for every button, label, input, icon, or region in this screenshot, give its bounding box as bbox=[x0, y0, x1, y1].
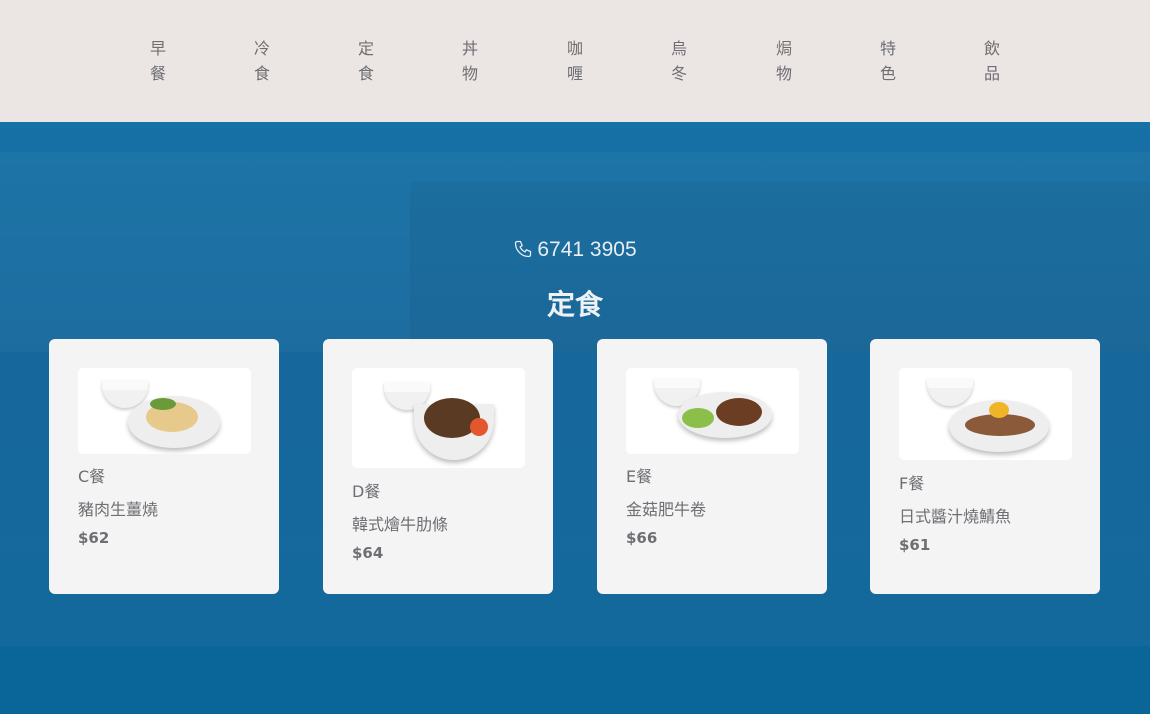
card-label: F餐 bbox=[899, 474, 925, 493]
nav-label: 冷 bbox=[253, 39, 270, 58]
menu-card[interactable]: D餐 韓式燴牛肋條 $64 bbox=[323, 339, 553, 594]
nav-label: 焗 bbox=[775, 39, 792, 58]
nav-label: 喱 bbox=[566, 64, 583, 83]
menu-card[interactable]: F餐 日式醬汁燒鯖魚 $61 bbox=[870, 339, 1100, 594]
card-label: E餐 bbox=[626, 467, 653, 486]
nav-label: 烏 bbox=[670, 39, 687, 58]
nav-donburi[interactable]: 丼物 bbox=[455, 36, 485, 86]
card-dish-name: 豬肉生薑燒 bbox=[78, 500, 159, 519]
top-nav: 早餐 冷食 定食 丼物 咖喱 烏冬 焗物 特色 飲品 bbox=[0, 0, 1150, 122]
nav-label: 冬 bbox=[670, 64, 687, 83]
nav-label: 食 bbox=[253, 64, 270, 83]
card-dish-name: 韓式燴牛肋條 bbox=[352, 515, 449, 534]
background-texture bbox=[410, 182, 1150, 352]
card-dish-name: 日式醬汁燒鯖魚 bbox=[899, 507, 1012, 526]
nav-label: 咖 bbox=[566, 39, 583, 58]
card-price: $62 bbox=[78, 529, 110, 547]
dish-image bbox=[352, 368, 525, 468]
nav-label: 定 bbox=[357, 39, 374, 58]
menu-card[interactable]: C餐 豬肉生薑燒 $62 bbox=[49, 339, 279, 594]
dish-image bbox=[899, 368, 1072, 460]
footer bbox=[0, 646, 1150, 714]
nav-label: 飲 bbox=[983, 39, 1000, 58]
nav-set-meal[interactable]: 定食 bbox=[351, 36, 381, 86]
nav-udon[interactable]: 烏冬 bbox=[664, 36, 694, 86]
nav-label: 物 bbox=[461, 64, 478, 83]
card-price: $64 bbox=[352, 544, 384, 562]
nav-label: 特 bbox=[879, 39, 896, 58]
section-title: 定食 bbox=[546, 288, 603, 321]
nav-label: 早 bbox=[149, 39, 166, 58]
nav-label: 餐 bbox=[149, 64, 166, 83]
nav-label: 丼 bbox=[461, 39, 478, 58]
menu-card[interactable]: E餐 金菇肥牛卷 $66 bbox=[597, 339, 827, 594]
nav-breakfast[interactable]: 早餐 bbox=[143, 36, 173, 86]
dish-image bbox=[626, 368, 799, 454]
nav-label: 色 bbox=[879, 64, 896, 83]
card-label: D餐 bbox=[352, 482, 381, 501]
nav-label: 品 bbox=[983, 64, 1000, 83]
phone-number: 6741 3905 bbox=[0, 238, 1150, 262]
dish-image bbox=[78, 368, 251, 454]
nav-drinks[interactable]: 飲品 bbox=[977, 36, 1007, 86]
card-price: $66 bbox=[626, 529, 658, 547]
nav-cold-food[interactable]: 冷食 bbox=[247, 36, 277, 86]
nav-label: 食 bbox=[357, 64, 374, 83]
nav-curry[interactable]: 咖喱 bbox=[560, 36, 590, 86]
nav-baked[interactable]: 焗物 bbox=[769, 36, 799, 86]
nav-special[interactable]: 特色 bbox=[873, 36, 903, 86]
card-price: $61 bbox=[899, 536, 931, 554]
card-dish-name: 金菇肥牛卷 bbox=[626, 500, 707, 519]
nav-label: 物 bbox=[775, 64, 792, 83]
card-label: C餐 bbox=[78, 467, 106, 486]
phone-text: 6741 3905 bbox=[537, 238, 637, 261]
phone-icon bbox=[515, 240, 532, 258]
